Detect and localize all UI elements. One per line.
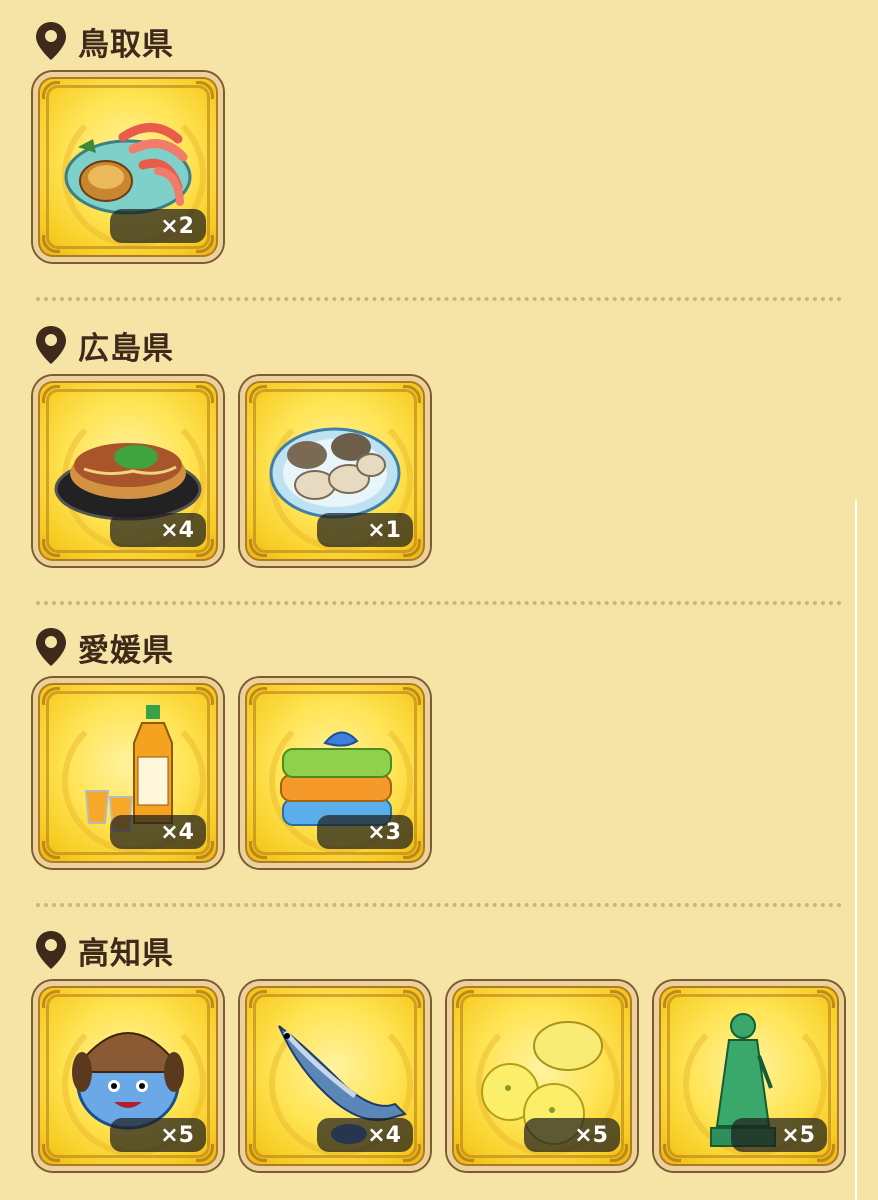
item-card[interactable]: ×4: [33, 376, 223, 566]
location-pin-icon: [36, 628, 66, 666]
item-count: ×4: [317, 1118, 413, 1152]
item-card[interactable]: ×5: [654, 981, 844, 1171]
item-card[interactable]: ×2: [33, 72, 223, 262]
item-count: ×4: [110, 815, 206, 849]
prefecture-name: 広島県: [78, 330, 174, 367]
item-count: ×3: [317, 815, 413, 849]
section-divider: [36, 297, 842, 301]
section-header: 高知県: [34, 925, 174, 975]
location-pin-icon: [36, 326, 66, 364]
section-divider: [36, 903, 842, 907]
prefecture-name: 鳥取県: [78, 26, 174, 63]
prefecture-name: 愛媛県: [78, 632, 174, 669]
item-count: ×2: [110, 209, 206, 243]
section-header: 鳥取県: [34, 16, 174, 66]
scrollbar[interactable]: [855, 500, 857, 1200]
section-header: 広島県: [34, 320, 174, 370]
item-card[interactable]: ×5: [33, 981, 223, 1171]
item-count: ×1: [317, 513, 413, 547]
item-card[interactable]: ×4: [240, 981, 430, 1171]
prefecture-name: 高知県: [78, 935, 174, 972]
item-card[interactable]: ×1: [240, 376, 430, 566]
location-pin-icon: [36, 931, 66, 969]
item-count: ×5: [731, 1118, 827, 1152]
section-divider: [36, 601, 842, 605]
item-card[interactable]: ×3: [240, 678, 430, 868]
item-count: ×5: [110, 1118, 206, 1152]
section-header: 愛媛県: [34, 622, 174, 672]
item-count: ×4: [110, 513, 206, 547]
item-count: ×5: [524, 1118, 620, 1152]
location-pin-icon: [36, 22, 66, 60]
item-card[interactable]: ×5: [447, 981, 637, 1171]
item-card[interactable]: ×4: [33, 678, 223, 868]
